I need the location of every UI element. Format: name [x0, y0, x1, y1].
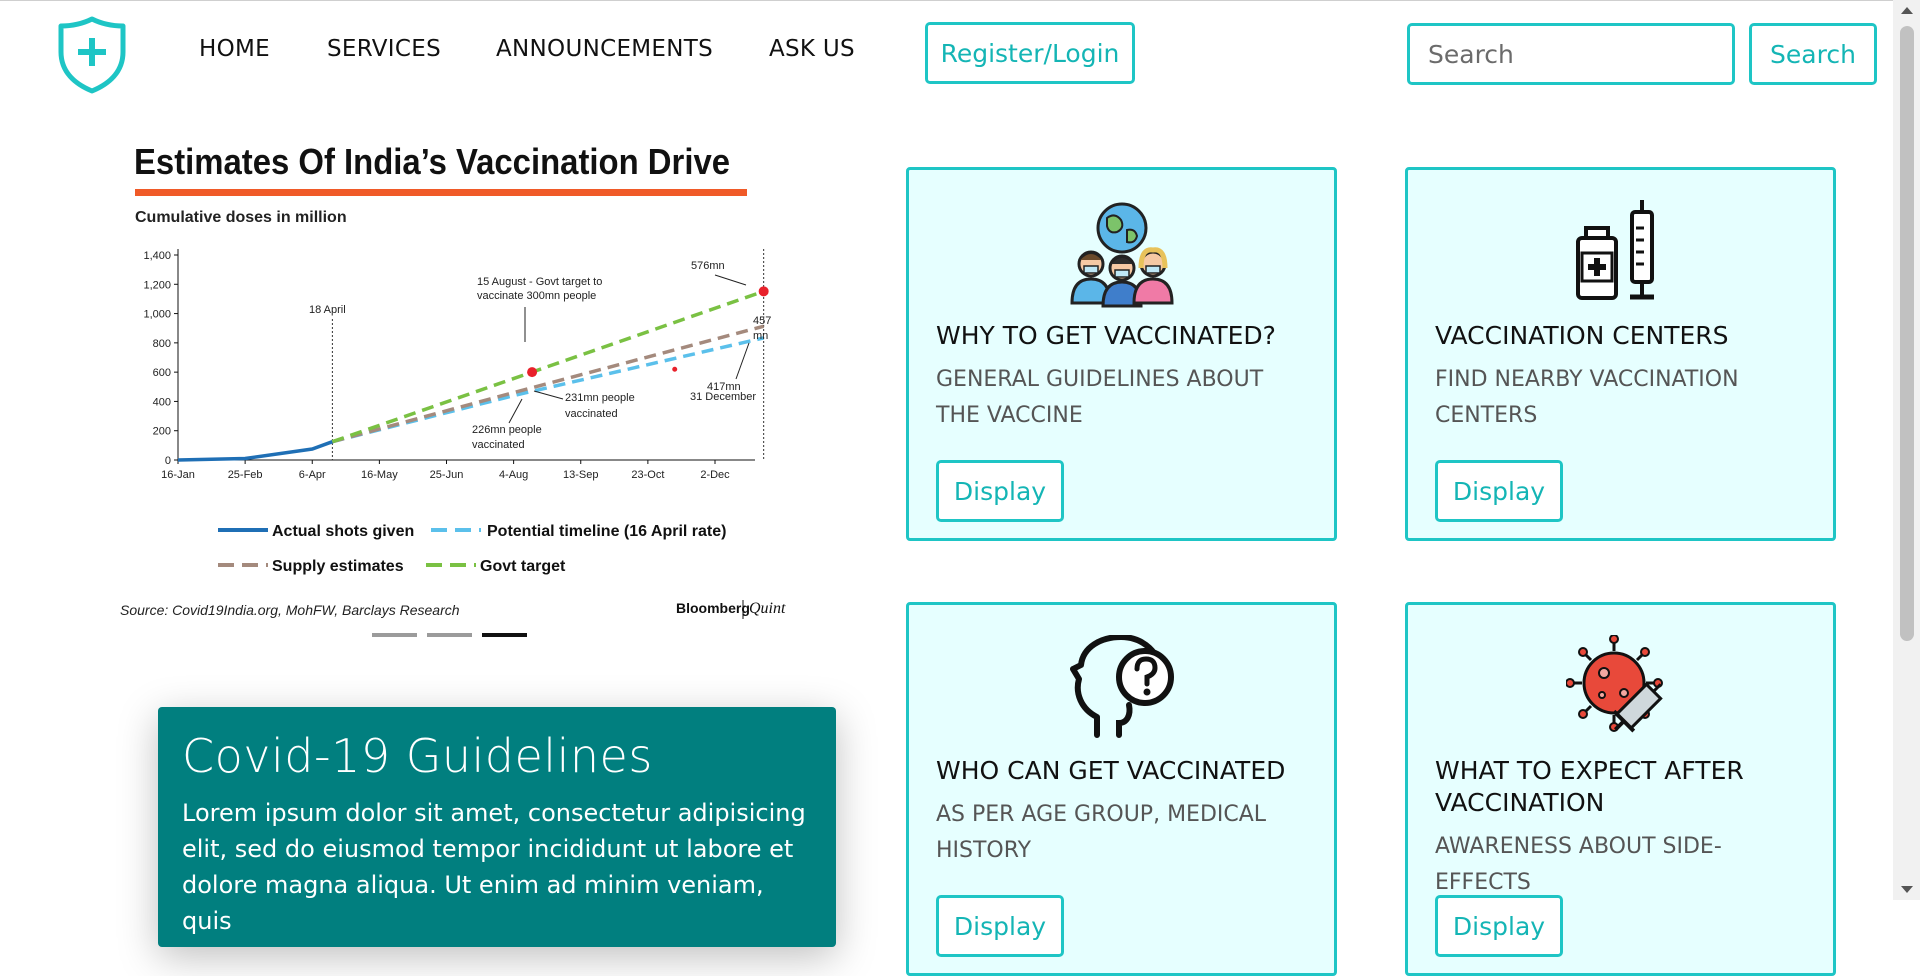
annotation-231mn-a: 231mn people	[565, 392, 635, 404]
card-subtitle: FIND NEARBY VACCINATION CENTERS	[1435, 367, 1739, 428]
nav-ask-us[interactable]: ASK US	[769, 36, 855, 62]
card-what-to-expect: WHAT TO EXPECT AFTER VACCINATION AWARENE…	[1405, 602, 1836, 976]
y-tick-label: 400	[153, 396, 171, 408]
arrow-231	[533, 390, 564, 400]
annotation-aug-target-1: 15 August - Govt target to	[477, 276, 602, 288]
carousel-dot-2[interactable]	[427, 633, 472, 637]
y-tick-label: 600	[153, 367, 171, 379]
x-tick-label: 16-Jan	[161, 469, 195, 481]
chart-subtitle: Cumulative doses in million	[135, 209, 347, 226]
vaccine-bottle-syringe-icon	[1566, 198, 1676, 308]
x-tick-label: 23-Oct	[631, 469, 664, 481]
carousel-indicators	[372, 633, 527, 637]
legend-supply: Supply estimates	[272, 558, 404, 575]
arrow-576	[714, 274, 747, 286]
chart-source: Source: Covid19India.org, MohFW, Barclay…	[120, 602, 460, 618]
annotation-576mn: 576mn	[691, 260, 725, 272]
brand-quint: Quint	[749, 600, 786, 617]
nav-home[interactable]: HOME	[199, 36, 270, 62]
shield-plus-icon[interactable]	[57, 16, 127, 94]
scrollbar-thumb[interactable]	[1900, 26, 1914, 641]
card-title: WHAT TO EXPECT AFTER VACCINATION	[1435, 756, 1744, 817]
card-who-can-vaccinate: WHO CAN GET VACCINATED AS PER AGE GROUP,…	[906, 602, 1337, 976]
vaccination-chart: Estimates Of India’s Vaccination Drive C…	[120, 141, 786, 619]
card-subtitle: AS PER AGE GROUP, MEDICAL HISTORY	[936, 802, 1267, 863]
page-scrollbar[interactable]	[1893, 0, 1920, 900]
register-login-button[interactable]: Register/Login	[925, 22, 1135, 84]
legend-govt: Govt target	[480, 558, 566, 575]
nav-announcements[interactable]: ANNOUNCEMENTS	[496, 36, 713, 62]
guidelines-body: Lorem ipsum dolor sit amet, consectetur …	[182, 799, 806, 935]
y-tick-label: 1,200	[143, 279, 171, 291]
arrow-226	[508, 398, 523, 424]
annotation-226mn-b: vaccinated	[472, 439, 525, 451]
carousel-dot-3[interactable]	[482, 633, 527, 637]
card-title: WHO CAN GET VACCINATED	[936, 756, 1286, 785]
chart-legend: Actual shots given Potential timeline (1…	[218, 523, 726, 575]
marker-dec-target	[758, 286, 769, 297]
carousel-slide: Estimates Of India’s Vaccination Drive C…	[118, 136, 798, 626]
search-button[interactable]: Search	[1749, 23, 1877, 85]
annotation-31-december: 31 December	[690, 391, 756, 403]
legend-actual: Actual shots given	[272, 523, 414, 540]
y-tick-label: 1,400	[143, 250, 171, 262]
guidelines-panel: Covid-19 Guidelines Lorem ipsum dolor si…	[158, 707, 836, 947]
chart-axes: 0 200 400 600 800 1,000 1,200 1,400 16-Jan 25-Feb…	[143, 249, 765, 481]
x-tick-label: 2-Dec	[700, 469, 730, 481]
display-button[interactable]: Display	[1435, 460, 1563, 522]
annotation-231mn-b: vaccinated	[565, 408, 618, 420]
brand-bloomberg: Bloomberg	[676, 600, 750, 616]
card-title: VACCINATION CENTERS	[1435, 321, 1729, 350]
search-input[interactable]	[1407, 23, 1735, 85]
marker-aug-target	[527, 367, 538, 378]
annotation-226mn-a: 226mn people	[472, 424, 542, 436]
y-tick-label: 1,000	[143, 309, 171, 321]
series-potential-timeline-16-april-rate	[331, 336, 765, 444]
display-button[interactable]: Display	[936, 895, 1064, 957]
x-tick-label: 13-Sep	[563, 469, 598, 481]
guidelines-title: Covid-19 Guidelines	[182, 729, 653, 783]
series-govt-target	[331, 289, 765, 444]
card-subtitle: GENERAL GUIDELINES ABOUT THE VACCINE	[936, 367, 1264, 428]
x-tick-label: 25-Jun	[430, 469, 464, 481]
annotation-18-april: 18 April	[309, 304, 346, 316]
virus-syringe-icon	[1564, 634, 1676, 745]
card-vaccination-centers: VACCINATION CENTERS FIND NEARBY VACCINAT…	[1405, 167, 1836, 541]
carousel-dot-1[interactable]	[372, 633, 417, 637]
nav-services[interactable]: SERVICES	[327, 36, 441, 62]
annotation-457-b: mn	[753, 330, 768, 342]
display-button[interactable]: Display	[1435, 895, 1563, 957]
card-why-vaccinate: WHY TO GET VACCINATED? GENERAL GUIDELINE…	[906, 167, 1337, 541]
x-tick-label: 4-Aug	[499, 469, 528, 481]
x-tick-label: 6-Apr	[299, 469, 326, 481]
chart-annotations: 18 April 15 August - Govt target to vacc…	[309, 260, 771, 451]
scroll-down-arrow-icon[interactable]	[1901, 886, 1913, 893]
y-tick-label: 200	[153, 426, 171, 438]
display-button[interactable]: Display	[936, 460, 1064, 522]
legend-potential: Potential timeline (16 April rate)	[487, 523, 726, 540]
card-subtitle: AWARENESS ABOUT SIDE-EFFECTS	[1435, 834, 1722, 895]
top-border	[0, 0, 1920, 1]
series-actual-shots-given	[177, 440, 333, 462]
marker-small	[672, 366, 678, 372]
people-globe-icon	[1067, 198, 1177, 308]
y-tick-label: 0	[165, 455, 171, 467]
annotation-aug-target-2: vaccinate 300mn people	[477, 290, 596, 302]
chart-title: Estimates Of India’s Vaccination Drive	[134, 141, 730, 182]
scroll-up-arrow-icon[interactable]	[1901, 7, 1913, 14]
annotation-457-a: 457	[753, 315, 771, 327]
card-title: WHY TO GET VACCINATED?	[936, 321, 1276, 350]
series-supply-estimates	[331, 324, 765, 444]
arrow-457	[735, 342, 750, 380]
chart-title-underline	[135, 189, 747, 196]
head-question-icon	[1067, 634, 1177, 745]
x-tick-label: 25-Feb	[228, 469, 263, 481]
y-tick-label: 800	[153, 338, 171, 350]
x-tick-label: 16-May	[361, 469, 398, 481]
